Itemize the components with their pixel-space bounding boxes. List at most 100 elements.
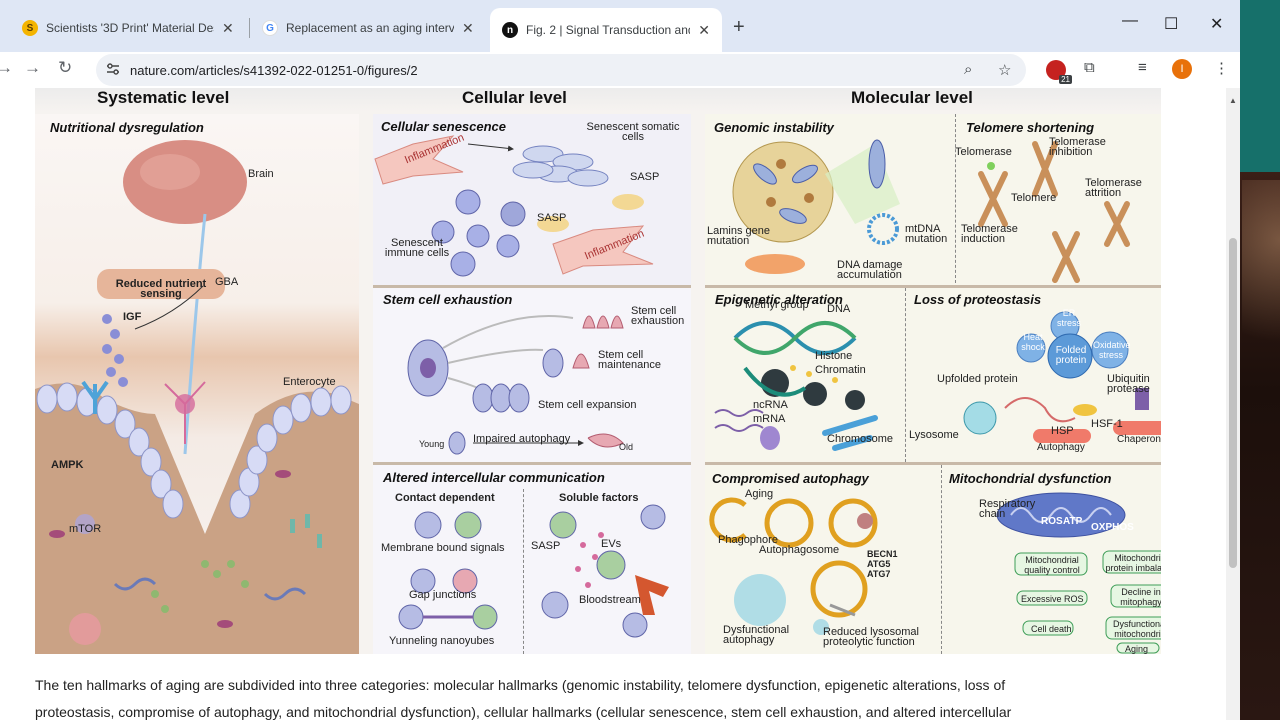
- extension-badge: 21: [1059, 75, 1072, 84]
- extension-icon[interactable]: 21: [1046, 60, 1072, 84]
- label-stem-maintenance: Stem cell maintenance: [598, 349, 661, 371]
- label-reduced-lysosomal: Reduced lysosomal proteolytic function: [823, 626, 919, 648]
- reload-icon[interactable]: ↻: [58, 58, 72, 78]
- panel-genomic: Genomic instability Lamins gene mutation…: [705, 114, 955, 288]
- label-impaired-autophagy: Impaired autophagy: [473, 433, 571, 445]
- window-close-icon[interactable]: ✕: [1210, 14, 1223, 34]
- media-control-icon[interactable]: ≡: [1138, 59, 1147, 76]
- tab-replacement[interactable]: G Replacement as an aging interve ✕: [250, 8, 486, 48]
- level-systematic: Systematic level: [97, 88, 230, 107]
- label-chromatin: Chromatin: [815, 364, 866, 376]
- tab-fig2[interactable]: n Fig. 2 | Signal Transduction and T ✕: [490, 8, 722, 52]
- minimize-icon[interactable]: —: [1122, 12, 1138, 30]
- label-dna-damage: DNA damage accumulation: [837, 259, 903, 281]
- label-aging: Aging: [745, 488, 774, 500]
- label-telomerase-attrition: Telomerase attrition: [1085, 177, 1142, 199]
- label-ros: ROS: [1041, 516, 1063, 527]
- panel-telomere: Telomere shortening Telomerase Telomeras…: [955, 114, 1161, 288]
- tab-title: Fig. 2 | Signal Transduction and T: [526, 23, 691, 37]
- label-sasp-1: SASP: [630, 171, 660, 183]
- menu-kebab-icon[interactable]: ⋮: [1214, 59, 1229, 77]
- label-sasp: SASP: [531, 540, 561, 552]
- tab-title: Scientists '3D Print' Material Des: [46, 21, 214, 35]
- caption-line-1: The ten hallmarks of aging are subdivide…: [35, 677, 1006, 693]
- tab-title: Replacement as an aging interve: [286, 21, 454, 35]
- label-telomerase-inhibition: Telomerase inhibition: [1049, 136, 1106, 158]
- close-icon[interactable]: ✕: [462, 20, 474, 37]
- label-sasp-2: SASP: [537, 212, 567, 224]
- label-gap-junctions: Gap junctions: [409, 589, 477, 601]
- profile-avatar[interactable]: I: [1172, 59, 1192, 79]
- label-folded-protein: Folded protein: [1055, 345, 1087, 366]
- site-info-icon[interactable]: [106, 62, 120, 76]
- label-becn1: BECN1: [867, 549, 898, 559]
- label-methyl-group: Methyl group: [745, 299, 809, 311]
- address-bar[interactable]: nature.com/articles/s41392-022-01251-0/f…: [96, 54, 1026, 86]
- label-evs: EVs: [601, 538, 622, 550]
- label-igf: IGF: [123, 311, 142, 323]
- label-mrna: mRNA: [753, 413, 786, 425]
- label-reduced-nutrient: Reduced nutrient sensing: [115, 278, 207, 300]
- back-icon[interactable]: →: [0, 58, 13, 78]
- label-heat-shock: Heat shock: [1021, 332, 1045, 352]
- desktop-background: [1240, 0, 1280, 720]
- label-bloodstream: Bloodstream: [579, 594, 641, 606]
- label-oxidative-stress: Oxidative stress: [1093, 340, 1131, 360]
- label-er-stress: ER stress: [1057, 308, 1082, 328]
- label-mtor: mTOR: [69, 523, 102, 535]
- level-cellular: Cellular level: [462, 88, 567, 107]
- label-atp: ATP: [1063, 516, 1083, 527]
- label-stem-exhaustion: Stem cell exhaustion: [631, 305, 685, 327]
- new-tab-button[interactable]: +: [733, 16, 745, 39]
- panel-nutritional: Nutritional dysregulation Brain GBA Redu…: [35, 114, 359, 654]
- label-decline-mitophagy: Decline in mitophagy: [1120, 587, 1161, 607]
- caption-line-2: proteostasis, compromise of autophagy, a…: [35, 704, 1012, 720]
- page-content: Systematic level Cellular level Molecula…: [0, 88, 1226, 720]
- label-chaperones: Chaperones: [1117, 434, 1161, 445]
- url-text[interactable]: nature.com/articles/s41392-022-01251-0/f…: [130, 63, 418, 78]
- google-icon: G: [262, 20, 278, 36]
- label-chromosome: Chromosome: [827, 433, 894, 445]
- label-ubiquitin: Ubiquitin protease: [1107, 373, 1150, 395]
- vertical-scrollbar[interactable]: ▲: [1226, 88, 1240, 720]
- label-contact-dependent: Contact dependent: [395, 492, 495, 504]
- scroll-up-icon[interactable]: ▲: [1229, 96, 1237, 105]
- panel-epigenetic: Epigenetic alteration Methyl group DNA H…: [705, 288, 905, 462]
- nature-icon: n: [502, 22, 518, 38]
- label-telomerase: Telomerase: [955, 146, 1012, 158]
- maximize-icon[interactable]: ☐: [1164, 14, 1178, 34]
- label-mtdna: mtDNA mutation: [905, 223, 948, 245]
- label-telomere: Telomere: [1011, 192, 1057, 204]
- label-autophagosome: Autophagosome: [759, 544, 840, 556]
- label-membrane-bound: Membrane bound signals: [381, 542, 505, 554]
- zoom-icon[interactable]: ⌕: [964, 61, 972, 78]
- label-histone: Histone: [815, 350, 853, 362]
- label-mito-aging: Aging: [1125, 644, 1149, 654]
- label-respiratory-chain: Respiratory chain: [979, 498, 1036, 520]
- extensions-puzzle-icon[interactable]: ⧉: [1084, 59, 1095, 76]
- tab-scientists[interactable]: S Scientists '3D Print' Material Des ✕: [10, 8, 246, 48]
- label-oxphos: OXPHOS: [1091, 522, 1134, 533]
- label-cell-death: Cell death: [1031, 624, 1072, 634]
- label-brain: Brain: [248, 168, 274, 180]
- panel-stem-cell: Stem cell exhaustion Stem cell exhaustio…: [373, 288, 691, 462]
- close-icon[interactable]: ✕: [222, 20, 234, 37]
- label-ampk: AMPK: [51, 459, 84, 471]
- tab-strip: S Scientists '3D Print' Material Des ✕ G…: [0, 0, 1240, 52]
- label-upfolded-protein: Upfolded protein: [937, 373, 1018, 385]
- bookmark-star-icon[interactable]: ☆: [998, 61, 1011, 79]
- label-dysfunctional-mito: Dysfunctional mitochondria: [1112, 619, 1161, 639]
- close-icon[interactable]: ✕: [698, 22, 710, 39]
- label-quality-control: Mitochondrial quality control: [1024, 555, 1080, 575]
- scrollbar-thumb[interactable]: [1229, 238, 1237, 568]
- forward-icon[interactable]: →: [24, 58, 41, 78]
- toolbar: → → ↻ nature.com/articles/s41392-022-012…: [0, 52, 1240, 88]
- panel-mitochondrial: Mitochondrial dysfunction Respiratory ch…: [941, 465, 1161, 654]
- label-hsp: HSP: [1051, 425, 1074, 437]
- label-senescent-immune: Senescent immune cells: [384, 237, 450, 259]
- label-lysosome: Lysosome: [909, 429, 959, 441]
- video-glow: [1242, 180, 1280, 380]
- level-molecular: Molecular level: [851, 88, 973, 107]
- figure-image[interactable]: Systematic level Cellular level Molecula…: [35, 88, 1161, 654]
- figure-caption: The ten hallmarks of aging are subdivide…: [35, 672, 1165, 720]
